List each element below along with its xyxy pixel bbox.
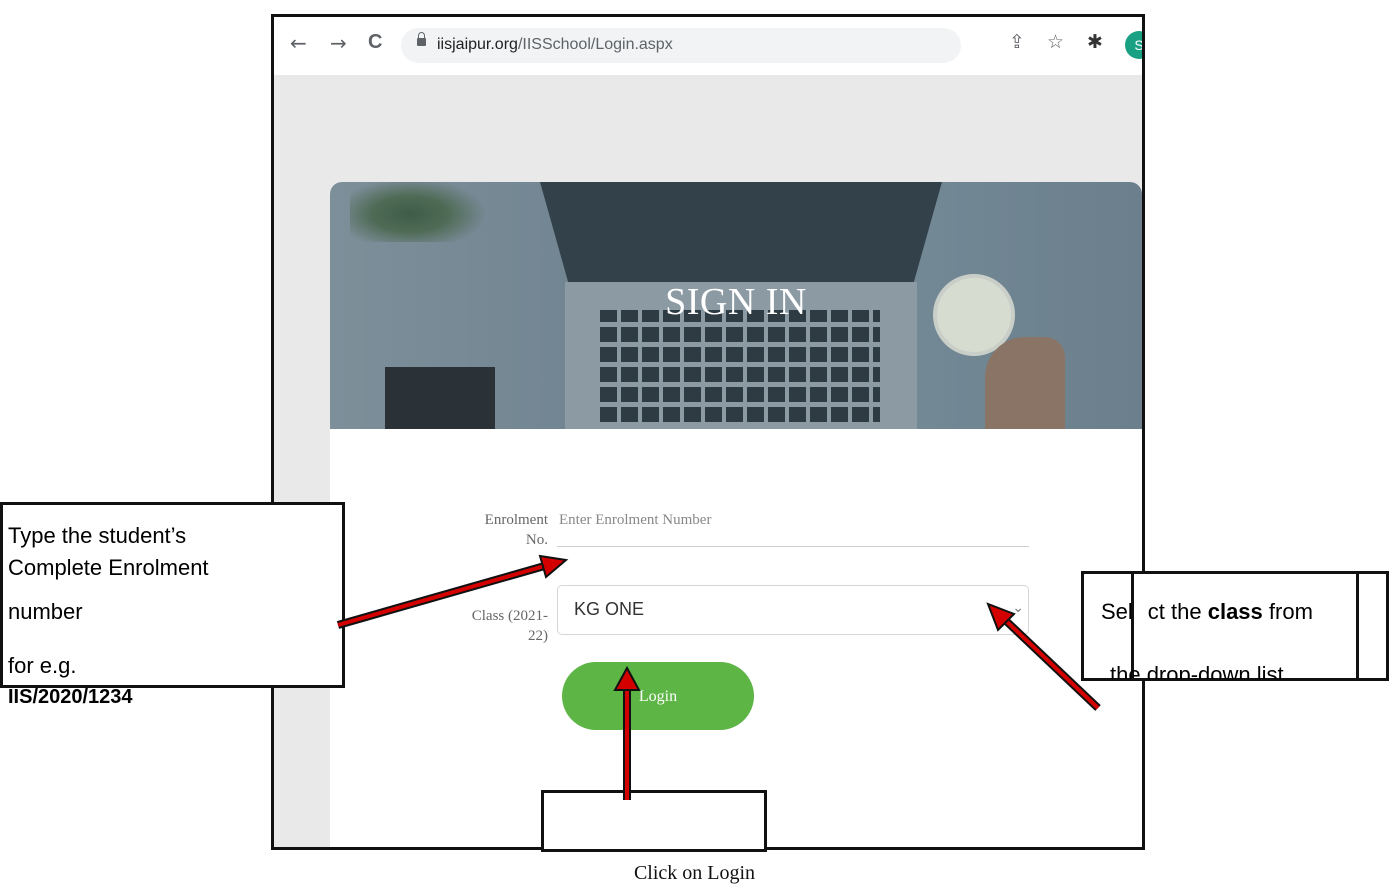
- login-arrow: [613, 665, 641, 800]
- enrolment-arrow: [336, 554, 569, 629]
- class-arrow: [986, 602, 1101, 711]
- annotation-arrows: [336, 554, 1101, 800]
